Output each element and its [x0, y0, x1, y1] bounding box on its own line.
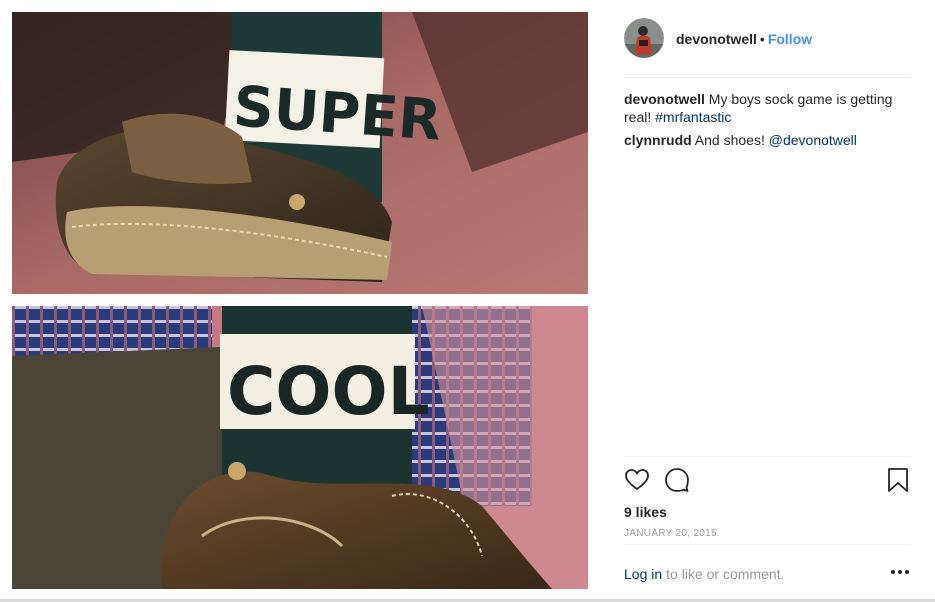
- comment-username[interactable]: clynnrudd: [624, 132, 692, 148]
- caption-username[interactable]: devonotwell: [624, 91, 705, 107]
- caption-hashtag[interactable]: #mrfantastic: [655, 109, 731, 125]
- comment-mention[interactable]: @devonotwell: [769, 132, 857, 148]
- follow-button[interactable]: Follow: [768, 31, 812, 47]
- action-bar: [624, 457, 911, 503]
- post-date: JANUARY 20, 2015: [624, 528, 717, 539]
- likes-count[interactable]: 9 likes: [624, 503, 911, 521]
- post-photo-top[interactable]: SUPER: [12, 12, 588, 294]
- comment-icon[interactable]: [664, 467, 690, 493]
- sock-text-bottom: COOL: [227, 353, 430, 430]
- separator-dot: •: [759, 31, 765, 47]
- post-sidebar: devonotwell • Follow devonotwell My boys s…: [600, 0, 935, 602]
- more-options-icon[interactable]: [891, 570, 909, 576]
- login-link[interactable]: Log in: [624, 566, 662, 582]
- avatar[interactable]: [624, 18, 664, 58]
- post-media: SUPER COOL: [0, 0, 600, 602]
- post-actions-section: 9 likes JANUARY 20, 2015: [624, 456, 911, 541]
- post-header: devonotwell • Follow: [624, 18, 911, 78]
- login-bar: Log in to like or comment.: [624, 544, 911, 602]
- comments-list: devonotwell My boys sock game is getting…: [624, 90, 911, 154]
- post-photo-bottom[interactable]: COOL: [12, 306, 588, 589]
- caption: devonotwell My boys sock game is getting…: [624, 90, 911, 126]
- comment-text: And shoes!: [694, 132, 765, 148]
- username-link[interactable]: devonotwell: [676, 31, 757, 47]
- login-prompt-text: to like or comment.: [666, 565, 785, 582]
- header-info: devonotwell • Follow: [676, 30, 812, 48]
- heart-icon[interactable]: [624, 467, 650, 493]
- bookmark-icon[interactable]: [885, 467, 911, 493]
- comment-item: clynnrudd And shoes! @devonotwell: [624, 131, 911, 149]
